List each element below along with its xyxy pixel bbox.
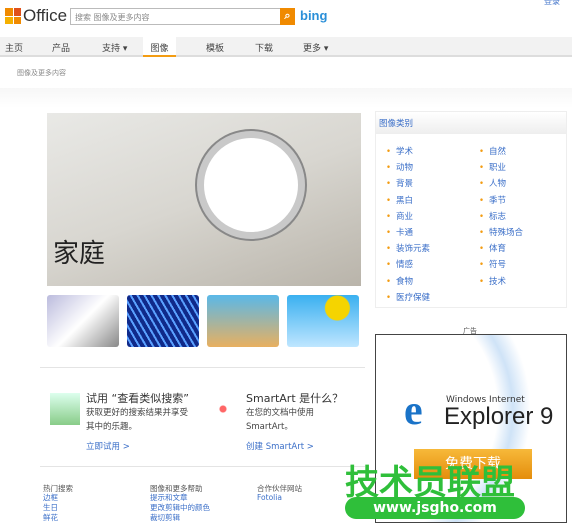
divider bbox=[40, 367, 365, 368]
tab-support[interactable]: 支持 ▾ bbox=[102, 41, 127, 54]
category-link[interactable]: 食物 bbox=[386, 275, 413, 287]
category-link[interactable]: 商业 bbox=[386, 210, 413, 222]
category-link[interactable]: 情感 bbox=[386, 258, 413, 270]
thumbnail-yoga[interactable] bbox=[207, 295, 279, 347]
promo-title: 试用 “查看类似搜索” bbox=[86, 392, 189, 405]
category-link[interactable]: 特殊场合 bbox=[479, 226, 523, 238]
footer-link[interactable]: 提示和文章 bbox=[150, 493, 188, 503]
promo-text: 获取更好的搜索结果并享受 其中的乐趣。 bbox=[86, 408, 189, 432]
office-logo[interactable]: Office bbox=[5, 6, 67, 26]
category-link[interactable]: 动物 bbox=[386, 161, 413, 173]
clock-image bbox=[197, 131, 305, 239]
footer-link[interactable]: 边框 bbox=[43, 493, 58, 503]
thumbnail-clock[interactable] bbox=[47, 295, 119, 347]
category-link[interactable]: 职业 bbox=[479, 161, 506, 173]
footer-link[interactable]: 更改剪辑中的颜色 bbox=[150, 503, 210, 513]
category-link[interactable]: 符号 bbox=[479, 258, 506, 270]
category-link[interactable]: 人物 bbox=[479, 177, 506, 189]
category-link[interactable]: 装饰元素 bbox=[386, 242, 430, 254]
search-icon: ⌕ bbox=[284, 9, 291, 22]
category-link[interactable]: 自然 bbox=[479, 145, 506, 157]
thumbnail-abstract[interactable] bbox=[127, 295, 199, 347]
image-categories-panel: 图像类别 学术动物背景黑白商业卡通装饰元素情感食物医疗保健 自然职业人物季节标志特… bbox=[375, 111, 567, 308]
category-link[interactable]: 黑白 bbox=[386, 194, 413, 206]
tab-products[interactable]: 产品 bbox=[52, 41, 70, 54]
divider bbox=[40, 466, 365, 467]
hero-banner[interactable]: 家庭 bbox=[47, 113, 361, 286]
tab-templates[interactable]: 模板 bbox=[206, 41, 224, 54]
hero-title: 家庭 bbox=[53, 239, 106, 269]
trees-icon bbox=[50, 393, 80, 425]
category-link[interactable]: 医疗保健 bbox=[386, 291, 430, 303]
search-input[interactable]: 搜索 图像及更多内容 bbox=[70, 8, 295, 25]
search-button[interactable]: ⌕ bbox=[280, 8, 295, 25]
footer-link[interactable]: 裁切剪辑 bbox=[150, 513, 180, 523]
category-link[interactable]: 体育 bbox=[479, 242, 506, 254]
tab-images[interactable]: 图像 bbox=[143, 37, 176, 57]
smartart-icon bbox=[208, 393, 238, 425]
category-link[interactable]: 学术 bbox=[386, 145, 413, 157]
categories-title: 图像类别 bbox=[376, 112, 566, 134]
promo-title: SmartArt 是什么？ bbox=[246, 392, 344, 405]
footer-link[interactable]: Fotolia bbox=[257, 493, 282, 503]
footer-link[interactable]: 鲜花 bbox=[43, 513, 58, 523]
watermark-url: www.jsgho.com bbox=[345, 497, 525, 519]
category-link[interactable]: 技术 bbox=[479, 275, 506, 287]
ie-logo-icon: e bbox=[404, 388, 423, 434]
thumbnail-sun[interactable] bbox=[287, 295, 359, 347]
tab-more[interactable]: 更多 ▾ bbox=[303, 41, 328, 54]
nav-bar: 主页 产品 支持 ▾ 图像 模板 下载 更多 ▾ bbox=[0, 37, 572, 57]
tab-home[interactable]: 主页 bbox=[5, 41, 23, 54]
login-link[interactable]: 登录 bbox=[544, 0, 560, 7]
ad-product: Explorer 9 bbox=[444, 403, 554, 430]
try-now-link[interactable]: 立即试用 > bbox=[86, 440, 130, 452]
category-link[interactable]: 卡通 bbox=[386, 226, 413, 238]
bing-logo: bing bbox=[300, 8, 328, 23]
office-logo-icon bbox=[5, 8, 21, 24]
category-link[interactable]: 季节 bbox=[479, 194, 506, 206]
category-link[interactable]: 背景 bbox=[386, 177, 413, 189]
breadcrumb: 图像及更多内容 bbox=[17, 69, 66, 77]
tab-downloads[interactable]: 下载 bbox=[255, 41, 273, 54]
create-smartart-link[interactable]: 创建 SmartArt > bbox=[246, 440, 314, 452]
promo-text: 在您的文档中使用 SmartArt。 bbox=[246, 408, 315, 432]
category-link[interactable]: 标志 bbox=[479, 210, 506, 222]
footer-link[interactable]: 生日 bbox=[43, 503, 58, 513]
